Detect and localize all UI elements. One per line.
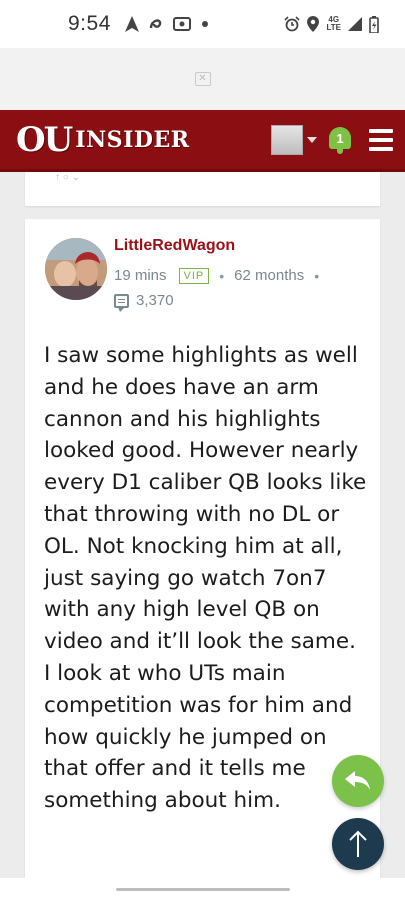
post-meta: LittleRedWagon 19 mins VIP • 62 months •… bbox=[114, 237, 364, 312]
post-count-row: 3,370 bbox=[114, 292, 364, 312]
post-count: 3,370 bbox=[136, 292, 174, 309]
lte-signal-icon: 4G LTE bbox=[326, 15, 341, 32]
status-right-icons: 4G LTE bbox=[284, 15, 379, 33]
vip-badge: VIP bbox=[178, 267, 210, 284]
site-header: OU INSIDER 1 bbox=[0, 110, 405, 172]
logo-insider: INSIDER bbox=[75, 126, 190, 153]
home-gesture-handle[interactable] bbox=[115, 887, 290, 891]
location-icon bbox=[307, 16, 320, 32]
post-time[interactable]: 19 mins bbox=[114, 267, 167, 284]
reply-icon bbox=[345, 771, 370, 790]
site-logo[interactable]: OU INSIDER bbox=[16, 123, 190, 157]
cast-icon bbox=[172, 17, 191, 31]
membership-duration: 62 months bbox=[234, 267, 305, 284]
avatar[interactable] bbox=[45, 238, 107, 300]
alarm-icon bbox=[284, 16, 301, 32]
ad-placeholder: ✕ bbox=[0, 48, 405, 110]
system-nav-bar bbox=[0, 878, 405, 900]
post-body: I saw some highlights as well and he doe… bbox=[44, 343, 367, 814]
dot-icon bbox=[201, 21, 208, 27]
scroll-to-top-button[interactable] bbox=[332, 818, 384, 870]
user-avatar-menu[interactable] bbox=[271, 124, 303, 155]
previous-post-card: ↑ ○ ⌄ bbox=[25, 172, 380, 206]
post-meta-row: 19 mins VIP • 62 months • bbox=[114, 267, 364, 284]
chevron-down-icon[interactable] bbox=[307, 136, 317, 143]
ad-close-icon[interactable]: ✕ bbox=[194, 72, 211, 86]
status-time: 9:54 bbox=[68, 12, 111, 35]
comment-icon bbox=[114, 293, 129, 312]
notification-count: 1 bbox=[336, 130, 344, 146]
post-username[interactable]: LittleRedWagon bbox=[114, 237, 364, 255]
status-bar: 9:54 4G LTE bbox=[0, 0, 405, 48]
post-card: LittleRedWagon 19 mins VIP • 62 months •… bbox=[25, 219, 380, 900]
reply-button[interactable] bbox=[332, 755, 384, 807]
header-actions: 1 bbox=[271, 124, 393, 155]
separator-dot: • bbox=[314, 267, 320, 284]
separator-dot: • bbox=[219, 267, 225, 284]
logo-ou: OU bbox=[16, 119, 73, 160]
status-left-icons bbox=[124, 16, 209, 32]
signal-icon bbox=[348, 17, 362, 31]
notification-bell-icon[interactable]: 1 bbox=[327, 125, 353, 155]
app-icon bbox=[149, 19, 162, 29]
arrow-up-icon bbox=[349, 830, 367, 857]
previous-post-actions: ↑ ○ ⌄ bbox=[55, 172, 80, 183]
battery-icon bbox=[369, 15, 379, 33]
navigation-icon bbox=[124, 16, 139, 32]
menu-icon[interactable] bbox=[369, 128, 393, 151]
